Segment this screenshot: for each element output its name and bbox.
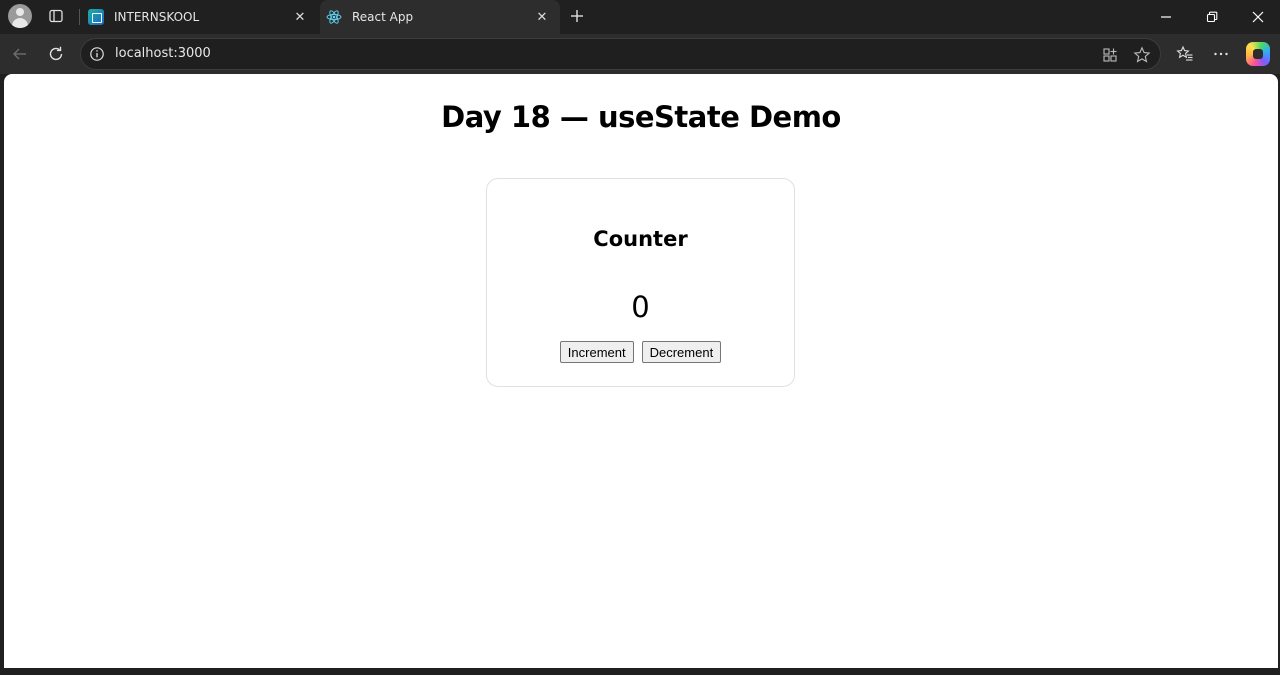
refresh-icon[interactable]	[42, 41, 70, 67]
tab-title: INTERNSKOOL	[114, 10, 200, 24]
profile-avatar-icon[interactable]	[8, 4, 32, 28]
counter-card: Counter 0 Increment Decrement	[486, 178, 795, 387]
back-icon[interactable]	[6, 41, 34, 67]
decrement-button[interactable]: Decrement	[641, 341, 722, 363]
app-available-icon[interactable]	[1099, 44, 1121, 66]
copilot-icon[interactable]	[1246, 42, 1270, 66]
restore-icon[interactable]	[1189, 0, 1235, 34]
counter-button-row: Increment Decrement	[487, 341, 794, 363]
tab-react-app[interactable]: React App ✕	[320, 0, 560, 34]
close-window-icon[interactable]	[1235, 0, 1280, 34]
page-viewport: Day 18 — useState Demo Counter 0 Increme…	[4, 74, 1278, 668]
increment-button[interactable]: Increment	[559, 341, 634, 363]
tab-strip: INTERNSKOOL ✕ React App ✕	[0, 0, 1280, 34]
more-options-icon[interactable]	[1207, 41, 1235, 67]
browser-toolbar: localhost:3000	[0, 34, 1280, 74]
favorites-icon[interactable]	[1171, 41, 1199, 67]
favorite-star-icon[interactable]	[1131, 44, 1153, 66]
minimize-icon[interactable]	[1143, 0, 1189, 34]
react-favicon-icon	[326, 9, 342, 25]
address-bar[interactable]: localhost:3000	[80, 38, 1161, 70]
internskool-favicon-icon	[88, 9, 104, 25]
window-bottom-edge	[0, 668, 1280, 675]
counter-heading: Counter	[593, 227, 688, 251]
page-title: Day 18 — useState Demo	[441, 100, 841, 134]
close-tab-icon[interactable]: ✕	[290, 7, 310, 27]
tab-internskool[interactable]: INTERNSKOOL ✕	[82, 0, 318, 34]
counter-value: 0	[631, 290, 650, 324]
tab-title: React App	[352, 10, 414, 24]
tab-separator	[79, 9, 80, 25]
close-tab-icon[interactable]: ✕	[532, 7, 552, 27]
address-url[interactable]: localhost:3000	[115, 39, 211, 69]
site-info-icon[interactable]	[89, 46, 105, 62]
new-tab-icon[interactable]	[566, 5, 588, 27]
tab-actions-icon[interactable]	[44, 5, 68, 27]
